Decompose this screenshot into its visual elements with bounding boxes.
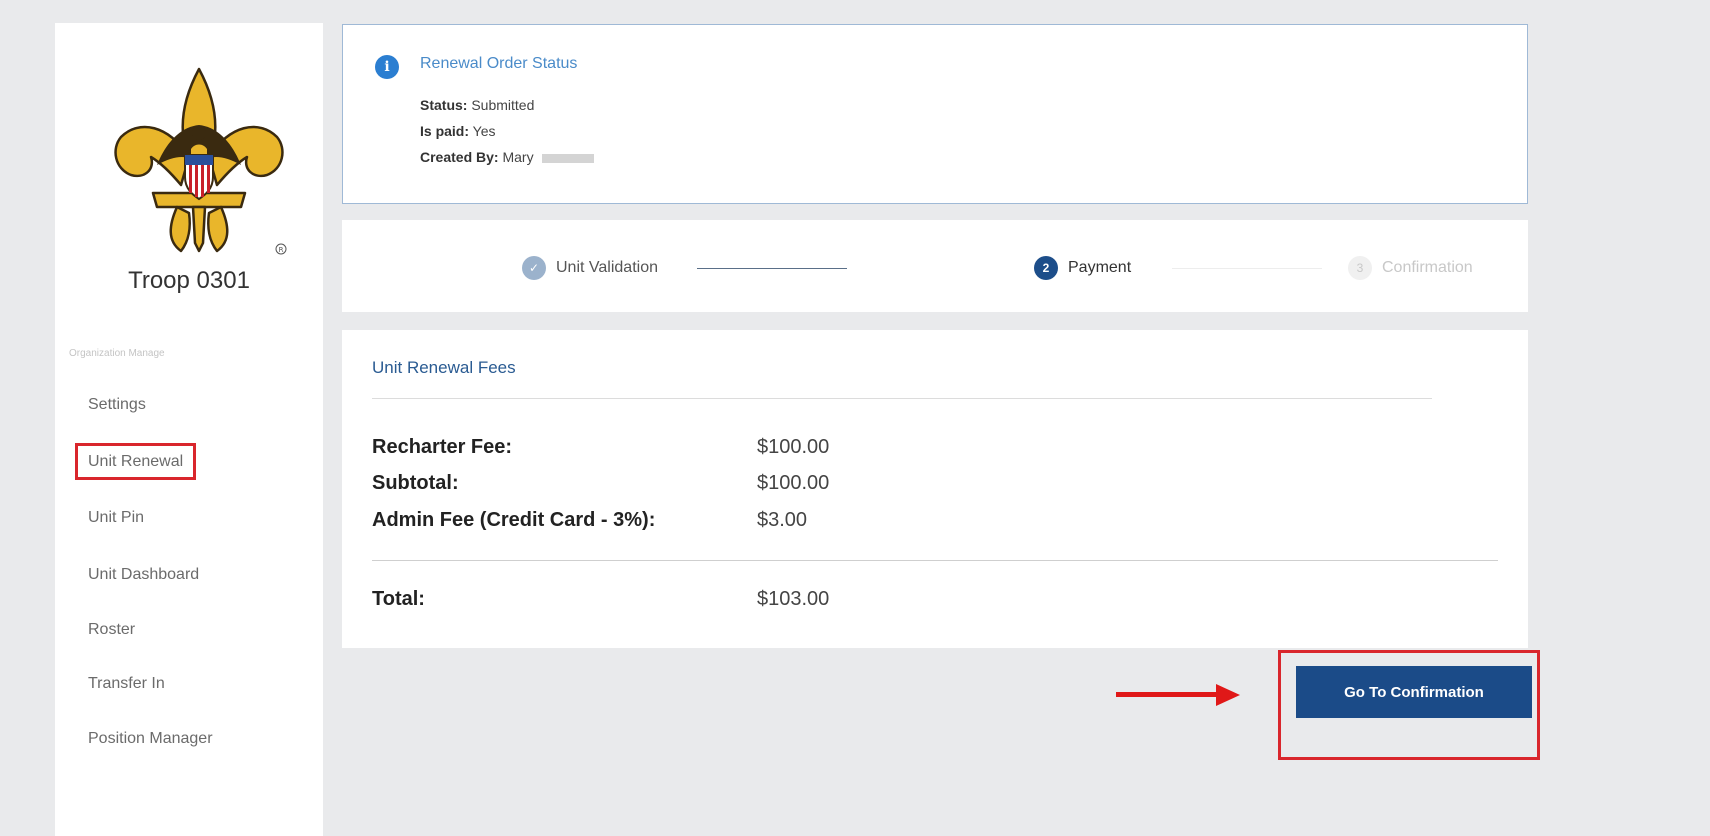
status-label: Status: [420, 97, 468, 113]
sidebar: R Troop 0301 Organization Manage Setting… [55, 23, 323, 836]
step-unit-validation: ✓ Unit Validation [522, 256, 658, 280]
step-label: Confirmation [1382, 259, 1473, 276]
sidebar-item-settings[interactable]: Settings [88, 396, 146, 414]
subtotal-label: Subtotal: [372, 472, 459, 494]
divider [372, 560, 1498, 561]
divider [372, 398, 1432, 399]
subtotal-value: $100.00 [757, 472, 830, 494]
bsa-fleur-de-lis-logo: R [114, 67, 287, 255]
created-by-row: Created By: Mary [420, 149, 594, 165]
created-by-label: Created By: [420, 149, 499, 165]
renewal-status-card: i Renewal Order Status Status: Submitted… [342, 24, 1528, 204]
step-label: Payment [1068, 259, 1132, 276]
svg-text:R: R [279, 246, 284, 254]
progress-stepper: ✓ Unit Validation 2 Payment 3 Confirmati… [342, 220, 1528, 312]
fees-title: Unit Renewal Fees [372, 358, 516, 377]
renewal-fees-card: Unit Renewal Fees Recharter Fee: $100.00… [342, 330, 1528, 648]
is-paid-row: Is paid: Yes [420, 123, 496, 139]
arrow-right-icon [1116, 684, 1240, 706]
sidebar-item-position-manager[interactable]: Position Manager [88, 730, 213, 748]
go-to-confirmation-button[interactable]: Go To Confirmation [1296, 666, 1532, 718]
step-connector [1172, 268, 1322, 269]
recharter-fee-value: $100.00 [757, 436, 830, 458]
sidebar-item-transfer-in[interactable]: Transfer In [88, 675, 165, 693]
sidebar-item-unit-dashboard[interactable]: Unit Dashboard [88, 566, 199, 584]
troop-name: Troop 0301 [128, 267, 250, 294]
recharter-fee-label: Recharter Fee: [372, 436, 513, 458]
step-confirmation: 3 Confirmation [1348, 256, 1473, 280]
is-paid-value: Yes [472, 123, 496, 139]
step-payment: 2 Payment [1034, 256, 1131, 280]
sidebar-item-roster[interactable]: Roster [88, 621, 135, 639]
sidebar-item-unit-pin[interactable]: Unit Pin [88, 509, 144, 527]
step-label: Unit Validation [556, 259, 658, 276]
created-by-value: Mary [502, 149, 534, 165]
status-card-title: Renewal Order Status [420, 55, 578, 72]
sidebar-item-unit-renewal[interactable]: Unit Renewal [75, 443, 197, 480]
check-icon: ✓ [522, 256, 546, 280]
status-value: Submitted [471, 97, 535, 113]
admin-fee-label: Admin Fee (Credit Card - 3%): [372, 509, 656, 531]
info-icon: i [375, 55, 399, 79]
redacted-surname [541, 153, 594, 163]
is-paid-label: Is paid: [420, 123, 470, 139]
sidebar-section-label: Organization Manage [69, 348, 165, 359]
total-label: Total: [372, 588, 425, 610]
status-row: Status: Submitted [420, 97, 534, 113]
admin-fee-value: $3.00 [757, 509, 808, 531]
step-connector [697, 268, 847, 269]
confirm-button-highlight: Go To Confirmation [1278, 650, 1540, 760]
step-number: 2 [1034, 256, 1058, 280]
step-number: 3 [1348, 256, 1372, 280]
total-value: $103.00 [757, 588, 830, 610]
